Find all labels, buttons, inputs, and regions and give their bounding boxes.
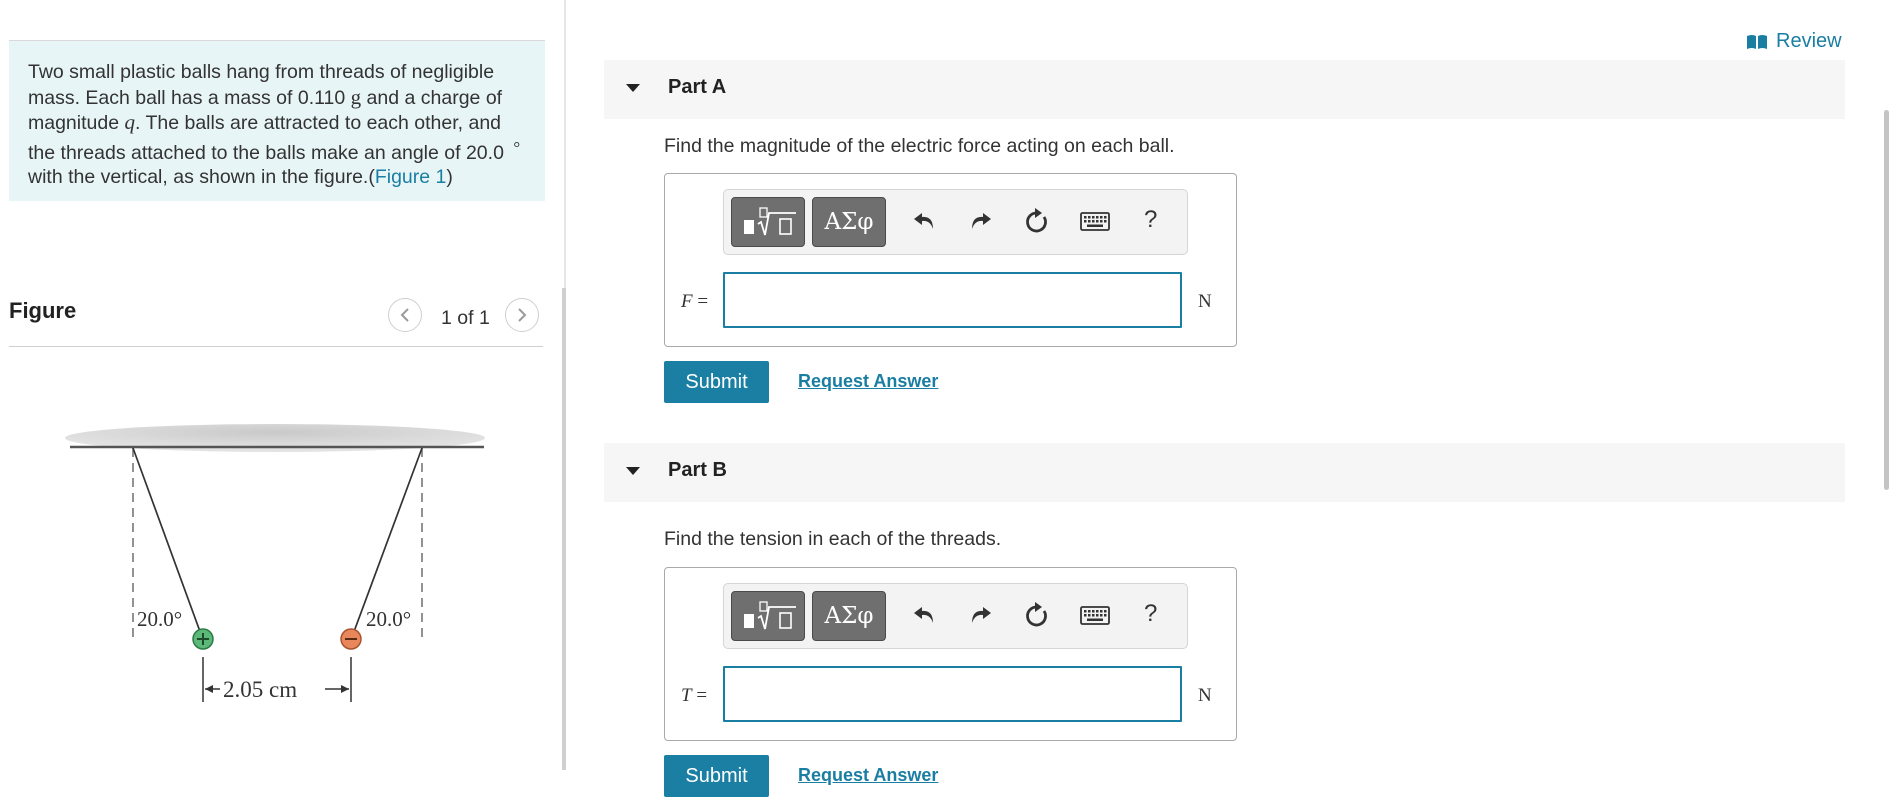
part-a-request-answer-link[interactable]: Request Answer	[798, 371, 938, 392]
part-a-header[interactable]: Part A	[604, 60, 1845, 119]
templates-button[interactable]	[731, 591, 805, 641]
figure-heading: Figure	[9, 298, 77, 323]
problem-text-5: )	[446, 166, 453, 188]
scrollbar[interactable]	[1884, 110, 1889, 490]
dimension-left-arrow	[205, 685, 213, 693]
part-b-unit: N	[1198, 685, 1212, 706]
part-b-header[interactable]: Part B	[604, 443, 1845, 502]
positive-ball	[192, 628, 214, 650]
right-angle-label: 20.0°	[366, 607, 411, 631]
greek-symbols-button[interactable]: ΑΣφ	[812, 197, 886, 247]
part-a-label: Part A	[668, 76, 727, 98]
reset-icon[interactable]	[1023, 601, 1051, 631]
caret-down-icon	[626, 84, 640, 92]
part-b-answer-input[interactable]	[723, 666, 1182, 722]
mass-unit: g	[350, 84, 362, 109]
part-a-math-toolbar: ΑΣφ ?	[723, 189, 1188, 255]
templates-icon	[744, 207, 796, 236]
templates-button[interactable]	[731, 197, 805, 247]
problem-text-4: with the vertical, as shown in the figur…	[28, 166, 375, 188]
undo-icon[interactable]	[912, 207, 938, 235]
separation-label: 2.05 cm	[223, 677, 297, 702]
reset-icon[interactable]	[1023, 207, 1051, 237]
undo-icon[interactable]	[912, 601, 938, 629]
part-b-variable: T	[681, 685, 692, 706]
part-b-equals: =	[691, 685, 708, 706]
figure-link[interactable]: Figure 1	[375, 166, 447, 188]
part-b-variable-label: T =	[681, 685, 707, 707]
figure-count: 1 of 1	[441, 307, 490, 329]
degree-symbol: °	[513, 137, 521, 157]
figure-image: 20.0° 20.0° 2.05 cm	[65, 424, 485, 702]
keyboard-icon[interactable]	[1080, 606, 1110, 626]
part-a-submit-button[interactable]: Submit	[664, 361, 769, 403]
part-b-math-toolbar: ΑΣφ ?	[723, 583, 1188, 649]
part-b-label: Part B	[668, 459, 727, 481]
dimension-right-arrow	[341, 685, 349, 693]
chevron-right-icon	[518, 308, 527, 322]
problem-pane: Two small plastic balls hang from thread…	[0, 0, 565, 770]
book-icon	[1747, 34, 1767, 49]
charge-symbol: q	[124, 110, 135, 134]
part-a-prompt: Find the magnitude of the electric force…	[664, 135, 1175, 157]
part-a-answer-input[interactable]	[723, 272, 1182, 328]
caret-down-icon	[626, 467, 640, 475]
part-a-variable-label: F =	[681, 291, 708, 313]
part-a-variable: F	[681, 291, 693, 312]
review-link[interactable]: Review	[1746, 30, 1842, 53]
redo-icon[interactable]	[967, 601, 993, 629]
pane-divider	[564, 0, 566, 290]
part-b-submit-button[interactable]: Submit	[664, 755, 769, 797]
figure-prev-button[interactable]	[388, 298, 422, 332]
templates-icon	[744, 601, 796, 630]
chevron-left-icon	[400, 308, 409, 322]
figure-divider	[9, 346, 543, 347]
greek-symbols-label: ΑΣφ	[824, 603, 874, 629]
greek-symbols-button[interactable]: ΑΣφ	[812, 591, 886, 641]
problem-statement: Two small plastic balls hang from thread…	[9, 41, 545, 201]
help-button[interactable]: ?	[1144, 600, 1157, 628]
keyboard-icon[interactable]	[1080, 212, 1110, 232]
part-b-request-answer-link[interactable]: Request Answer	[798, 765, 938, 786]
part-b-answer-box: ΑΣφ ? T = N	[664, 567, 1237, 741]
review-label: Review	[1776, 30, 1842, 52]
part-b-prompt: Find the tension in each of the threads.	[664, 528, 1002, 550]
pane-resize-handle[interactable]	[562, 288, 566, 770]
figure-next-button[interactable]	[505, 298, 539, 332]
part-a-unit: N	[1198, 291, 1212, 312]
part-a-equals: =	[692, 291, 709, 312]
greek-symbols-label: ΑΣφ	[824, 209, 874, 235]
left-angle-label: 20.0°	[137, 607, 182, 631]
part-a-answer-box: ΑΣφ ? F = N	[664, 173, 1237, 347]
negative-ball	[340, 628, 362, 650]
help-button[interactable]: ?	[1144, 206, 1157, 234]
redo-icon[interactable]	[967, 207, 993, 235]
